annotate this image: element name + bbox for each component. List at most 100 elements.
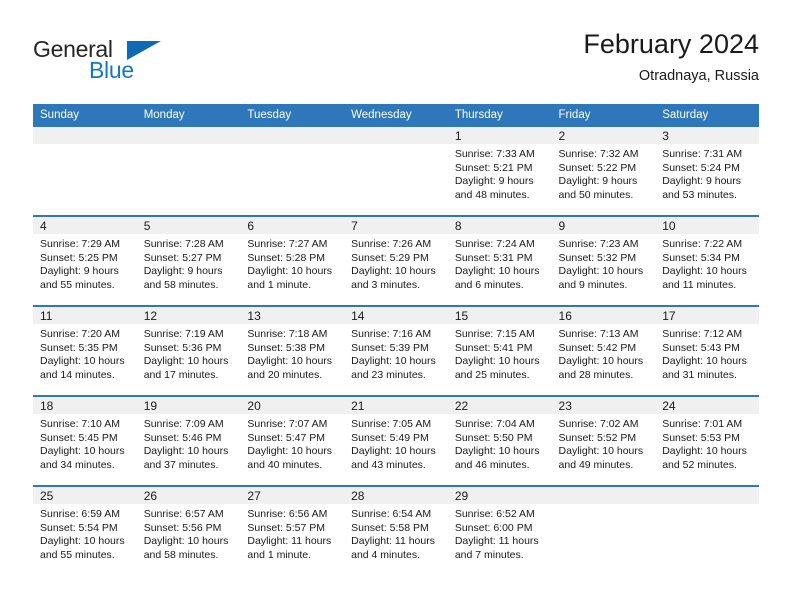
daylight-text-line1: Daylight: 10 hours: [351, 355, 436, 368]
calendar-day-cell[interactable]: 3 Sunrise: 7:31 AM Sunset: 5:24 PM Daylight…: [655, 127, 759, 216]
calendar-day-cell[interactable]: 7 Sunrise: 7:26 AM Sunset: 5:29 PM Daylight…: [344, 215, 448, 306]
calendar-body: 1 Sunrise: 7:33 AM Sunset: 5:21 PM Daylight…: [33, 127, 759, 575]
sunset-text: Sunset: 5:38 PM: [247, 341, 326, 354]
calendar-day-cell[interactable]: 9 Sunrise: 7:23 AM Sunset: 5:32 PM Daylight…: [551, 215, 656, 306]
calendar-day-cell[interactable]: 12 Sunrise: 7:19 AM Sunset: 5:36 PM Dayligh…: [136, 305, 241, 396]
sunset-text: Sunset: 5:43 PM: [662, 341, 740, 354]
sunrise-text: Sunrise: 7:12 AM: [662, 328, 743, 340]
page-title: February 2024: [583, 29, 759, 59]
sunrise-text: Sunrise: 7:10 AM: [40, 418, 120, 430]
daylight-text-line2: and 37 minutes.: [143, 458, 219, 471]
day-details: Sunrise: 7:20 AM Sunset: 5:35 PM Daylight:…: [33, 324, 137, 382]
day-details: Sunrise: 7:12 AM Sunset: 5:43 PM Daylight:…: [655, 324, 759, 382]
day-number: [240, 127, 345, 144]
day-details: Sunrise: 7:26 AM Sunset: 5:29 PM Daylight:…: [344, 234, 448, 292]
day-number: 25: [33, 487, 137, 504]
calendar-day-cell[interactable]: 4 Sunrise: 7:29 AM Sunset: 5:25 PM Daylight…: [33, 215, 137, 306]
daylight-text-line2: and 49 minutes.: [558, 458, 634, 471]
sunset-text: Sunset: 6:00 PM: [454, 521, 533, 534]
calendar-day-cell[interactable]: 16 Sunrise: 7:13 AM Sunset: 5:42 PM Dayligh…: [551, 305, 656, 396]
calendar-week-row: 1 Sunrise: 7:33 AM Sunset: 5:21 PM Daylight…: [33, 127, 759, 216]
calendar-day-cell[interactable]: 6 Sunrise: 7:27 AM Sunset: 5:28 PM Daylight…: [240, 215, 345, 306]
daylight-text-line2: and 40 minutes.: [247, 458, 323, 471]
sunrise-text: Sunrise: 7:23 AM: [558, 238, 639, 250]
daylight-text-line1: Daylight: 9 hours: [558, 175, 638, 188]
sunset-text: Sunset: 5:57 PM: [247, 521, 326, 534]
calendar-grid: Sunday Monday Tuesday Wednesday Thursday…: [33, 104, 759, 575]
calendar-day-cell[interactable]: 18 Sunrise: 7:10 AM Sunset: 5:45 PM Dayligh…: [33, 395, 137, 486]
calendar-day-cell[interactable]: 11 Sunrise: 7:20 AM Sunset: 5:35 PM Dayligh…: [33, 305, 137, 396]
calendar-day-cell[interactable]: 17 Sunrise: 7:12 AM Sunset: 5:43 PM Dayligh…: [655, 305, 759, 396]
day-number: [551, 487, 656, 504]
calendar-week-row: 25 Sunrise: 6:59 AM Sunset: 5:54 PM Dayligh…: [33, 485, 759, 575]
calendar-day-cell[interactable]: 21 Sunrise: 7:05 AM Sunset: 5:49 PM Dayligh…: [344, 395, 448, 486]
calendar-day-cell[interactable]: 1 Sunrise: 7:33 AM Sunset: 5:21 PM Daylight…: [447, 127, 552, 216]
sunset-text: Sunset: 5:50 PM: [454, 431, 533, 444]
day-details: [240, 144, 344, 148]
sunset-text: Sunset: 5:25 PM: [40, 251, 118, 264]
calendar-day-cell[interactable]: 23 Sunrise: 7:02 AM Sunset: 5:52 PM Dayligh…: [551, 395, 656, 486]
daylight-text-line2: and 58 minutes.: [143, 278, 219, 291]
calendar-day-cell[interactable]: 13 Sunrise: 7:18 AM Sunset: 5:38 PM Dayligh…: [240, 305, 345, 396]
day-number: [655, 487, 759, 504]
sunset-text: Sunset: 5:56 PM: [143, 521, 222, 534]
calendar-day-cell[interactable]: 29 Sunrise: 6:52 AM Sunset: 6:00 PM Dayligh…: [447, 485, 552, 575]
daylight-text-line2: and 6 minutes.: [454, 278, 524, 291]
sunrise-text: Sunrise: 6:56 AM: [247, 508, 328, 520]
calendar-day-cell[interactable]: 14 Sunrise: 7:16 AM Sunset: 5:39 PM Dayligh…: [344, 305, 448, 396]
day-details: [137, 144, 241, 148]
calendar-day-cell[interactable]: 15 Sunrise: 7:15 AM Sunset: 5:41 PM Dayligh…: [447, 305, 552, 396]
sunrise-text: Sunrise: 7:28 AM: [143, 238, 224, 250]
daylight-text-line2: and 23 minutes.: [351, 368, 426, 381]
sunrise-text: Sunrise: 6:52 AM: [454, 508, 535, 520]
sunrise-text: Sunrise: 7:09 AM: [143, 418, 224, 430]
day-number: 6: [240, 217, 345, 234]
sunset-text: Sunset: 5:54 PM: [40, 521, 118, 534]
calendar-day-cell[interactable]: 22 Sunrise: 7:04 AM Sunset: 5:50 PM Dayligh…: [447, 395, 552, 486]
day-details: Sunrise: 6:52 AM Sunset: 6:00 PM Daylight:…: [448, 504, 552, 562]
weekday-header-monday: Monday: [136, 104, 241, 127]
day-details: Sunrise: 7:13 AM Sunset: 5:42 PM Daylight:…: [552, 324, 656, 382]
daylight-text-line1: Daylight: 11 hours: [454, 535, 539, 548]
weekday-header-saturday: Saturday: [655, 104, 759, 127]
sunset-text: Sunset: 5:42 PM: [558, 341, 637, 354]
daylight-text-line2: and 1 minute.: [247, 548, 312, 561]
daylight-text-line1: Daylight: 10 hours: [662, 355, 747, 368]
daylight-text-line1: Daylight: 10 hours: [662, 445, 747, 458]
daylight-text-line1: Daylight: 10 hours: [454, 355, 540, 368]
sunrise-text: Sunrise: 7:26 AM: [351, 238, 432, 250]
daylight-text-line1: Daylight: 10 hours: [247, 355, 333, 368]
day-details: Sunrise: 6:57 AM Sunset: 5:56 PM Daylight:…: [137, 504, 241, 562]
calendar-day-cell[interactable]: 25 Sunrise: 6:59 AM Sunset: 5:54 PM Dayligh…: [33, 485, 137, 575]
daylight-text-line2: and 58 minutes.: [143, 548, 219, 561]
calendar-day-cell[interactable]: 2 Sunrise: 7:32 AM Sunset: 5:22 PM Daylight…: [551, 127, 656, 216]
weekday-header-wednesday: Wednesday: [344, 104, 448, 127]
brand-logo[interactable]: General Blue: [33, 36, 233, 92]
calendar-day-cell[interactable]: 28 Sunrise: 6:54 AM Sunset: 5:58 PM Dayligh…: [344, 485, 448, 575]
calendar-day-cell[interactable]: 10 Sunrise: 7:22 AM Sunset: 5:34 PM Dayligh…: [655, 215, 759, 306]
calendar-day-cell[interactable]: 20 Sunrise: 7:07 AM Sunset: 5:47 PM Dayligh…: [240, 395, 345, 486]
daylight-text-line2: and 17 minutes.: [143, 368, 219, 381]
sunrise-text: Sunrise: 7:16 AM: [351, 328, 432, 340]
sunset-text: Sunset: 5:39 PM: [351, 341, 429, 354]
calendar-day-cell[interactable]: 26 Sunrise: 6:57 AM Sunset: 5:56 PM Dayligh…: [136, 485, 241, 575]
sunset-text: Sunset: 5:41 PM: [454, 341, 533, 354]
calendar-day-cell[interactable]: 5 Sunrise: 7:28 AM Sunset: 5:27 PM Daylight…: [136, 215, 241, 306]
calendar-day-cell[interactable]: 8 Sunrise: 7:24 AM Sunset: 5:31 PM Daylight…: [447, 215, 552, 306]
day-number: 29: [447, 487, 552, 504]
daylight-text-line1: Daylight: 10 hours: [40, 535, 125, 548]
sunset-text: Sunset: 5:34 PM: [662, 251, 740, 264]
calendar-week-row: 4 Sunrise: 7:29 AM Sunset: 5:25 PM Daylight…: [33, 215, 759, 306]
calendar-day-cell-empty: [136, 127, 241, 216]
sunrise-text: Sunrise: 7:15 AM: [454, 328, 535, 340]
day-details: Sunrise: 6:54 AM Sunset: 5:58 PM Daylight:…: [344, 504, 448, 562]
day-number: 14: [344, 307, 448, 324]
sunrise-text: Sunrise: 7:31 AM: [662, 148, 743, 160]
sunset-text: Sunset: 5:47 PM: [247, 431, 326, 444]
calendar-day-cell[interactable]: 24 Sunrise: 7:01 AM Sunset: 5:53 PM Dayligh…: [655, 395, 759, 486]
calendar-day-cell[interactable]: 27 Sunrise: 6:56 AM Sunset: 5:57 PM Dayligh…: [240, 485, 345, 575]
day-details: Sunrise: 7:32 AM Sunset: 5:22 PM Daylight:…: [552, 144, 656, 202]
calendar-day-cell[interactable]: 19 Sunrise: 7:09 AM Sunset: 5:46 PM Dayligh…: [136, 395, 241, 486]
daylight-text-line2: and 11 minutes.: [662, 278, 737, 291]
daylight-text-line1: Daylight: 11 hours: [247, 535, 332, 548]
